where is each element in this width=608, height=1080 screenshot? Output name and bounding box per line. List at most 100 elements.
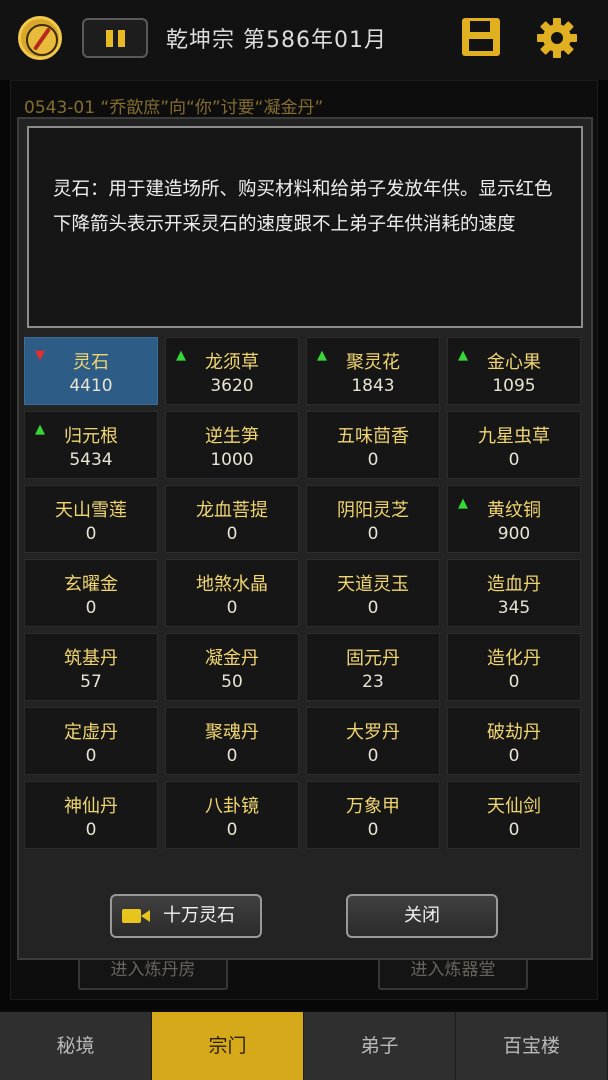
resource-name: 黄纹铜 [487,500,541,521]
resource-count: 0 [226,746,238,766]
resource-cell[interactable]: ▼ 灵石 4410 [24,337,158,405]
compass-needle [32,27,52,51]
resource-cell[interactable]: 神仙丹 0 [24,781,158,849]
watch-ad-spirit-stone-button[interactable]: 十万灵石 [110,894,262,938]
resource-count: 0 [226,524,238,544]
resource-name: 定虚丹 [64,722,118,743]
resource-count: 0 [367,820,379,840]
resource-cell[interactable]: 固元丹 23 [306,633,440,701]
resource-name: 五味茴香 [337,426,409,447]
resource-count: 900 [497,524,531,544]
resource-name: 造化丹 [487,648,541,669]
resource-count: 0 [367,450,379,470]
resource-cell[interactable]: 万象甲 0 [306,781,440,849]
resource-count: 57 [80,672,102,692]
resource-name: 聚魂丹 [205,722,259,743]
resource-cell[interactable]: 大罗丹 0 [306,707,440,775]
resource-cell[interactable]: 五味茴香 0 [306,411,440,479]
resource-cell[interactable]: 龙血菩提 0 [165,485,299,553]
watch-ad-button-label: 十万灵石 [163,905,235,926]
resource-count: 50 [221,672,243,692]
resource-count: 0 [508,820,520,840]
bottom-tab-bar: 秘境 宗门 弟子 百宝楼 [0,1012,608,1080]
resource-name: 归元根 [64,426,118,447]
resource-cell[interactable]: 聚魂丹 0 [165,707,299,775]
resource-name: 天仙剑 [487,796,541,817]
resource-count: 0 [85,820,97,840]
resource-cell[interactable]: 天山雪莲 0 [24,485,158,553]
resource-cell[interactable]: 八卦镜 0 [165,781,299,849]
resource-cell[interactable]: 玄曜金 0 [24,559,158,627]
resource-count: 4410 [69,376,113,396]
close-button[interactable]: 关闭 [346,894,498,938]
resource-count: 345 [497,598,531,618]
resource-count: 0 [367,598,379,618]
resource-count: 0 [508,672,520,692]
resource-count: 3620 [210,376,254,396]
resource-cell[interactable]: ▲ 聚灵花 1843 [306,337,440,405]
resource-count: 0 [85,524,97,544]
resource-name: 大罗丹 [346,722,400,743]
resource-name: 万象甲 [346,796,400,817]
resource-name: 逆生笋 [205,426,259,447]
resource-count: 0 [367,746,379,766]
resource-cell[interactable]: 天道灵玉 0 [306,559,440,627]
resource-cell[interactable]: ▲ 归元根 5434 [24,411,158,479]
resource-count: 1843 [351,376,395,396]
resource-name: 阴阳灵芝 [337,500,409,521]
resource-name: 八卦镜 [205,796,259,817]
resource-cell[interactable]: 筑基丹 57 [24,633,158,701]
resource-cell[interactable]: ▲ 金心果 1095 [447,337,581,405]
resource-cell[interactable]: 凝金丹 50 [165,633,299,701]
resource-count: 0 [508,450,520,470]
resource-count: 0 [226,820,238,840]
resource-count: 0 [226,598,238,618]
tab-3[interactable]: 百宝楼 [456,1012,608,1080]
resource-cell[interactable]: 地煞水晶 0 [165,559,299,627]
resource-name: 造血丹 [487,574,541,595]
resource-name: 龙须草 [205,352,259,373]
resource-name: 玄曜金 [64,574,118,595]
resource-name: 龙血菩提 [196,500,268,521]
save-icon[interactable] [462,18,500,56]
gear-icon[interactable] [536,17,578,59]
sect-date-title: 乾坤宗 第586年01月 [166,28,387,53]
resource-name: 地煞水晶 [196,574,268,595]
resource-cell[interactable]: 破劫丹 0 [447,707,581,775]
resource-name: 天道灵玉 [337,574,409,595]
resource-name: 九星虫草 [478,426,550,447]
resource-name: 破劫丹 [487,722,541,743]
resource-cell[interactable]: 造血丹 345 [447,559,581,627]
resource-description: 灵石：用于建造场所、购买材料和给弟子发放年供。显示红色下降箭头表示开采灵石的速度… [27,126,583,328]
resource-cell[interactable]: ▲ 黄纹铜 900 [447,485,581,553]
resource-cell[interactable]: 天仙剑 0 [447,781,581,849]
resource-count: 5434 [69,450,113,470]
pause-button[interactable] [82,18,148,58]
resource-name: 灵石 [73,352,109,373]
compass-icon[interactable] [18,16,62,60]
resource-cell[interactable]: 阴阳灵芝 0 [306,485,440,553]
top-bar: 乾坤宗 第586年01月 [0,0,608,80]
resource-name: 筑基丹 [64,648,118,669]
resource-cell[interactable]: 逆生笋 1000 [165,411,299,479]
tab-0[interactable]: 秘境 [0,1012,152,1080]
resource-count: 1000 [210,450,254,470]
resource-name: 天山雪莲 [55,500,127,521]
resource-name: 金心果 [487,352,541,373]
resource-cell[interactable]: 定虚丹 0 [24,707,158,775]
resource-name: 聚灵花 [346,352,400,373]
resource-name: 神仙丹 [64,796,118,817]
resource-cell[interactable]: 造化丹 0 [447,633,581,701]
resource-name: 固元丹 [346,648,400,669]
resource-cell[interactable]: 九星虫草 0 [447,411,581,479]
resource-count: 1095 [492,376,536,396]
resource-count: 23 [362,672,384,692]
video-camera-icon [122,909,150,923]
resource-cell[interactable]: ▲ 龙须草 3620 [165,337,299,405]
tab-1[interactable]: 宗门 [152,1012,304,1080]
tab-2[interactable]: 弟子 [304,1012,456,1080]
resource-count: 0 [85,746,97,766]
resource-count: 0 [367,524,379,544]
resource-name: 凝金丹 [205,648,259,669]
resource-count: 0 [508,746,520,766]
